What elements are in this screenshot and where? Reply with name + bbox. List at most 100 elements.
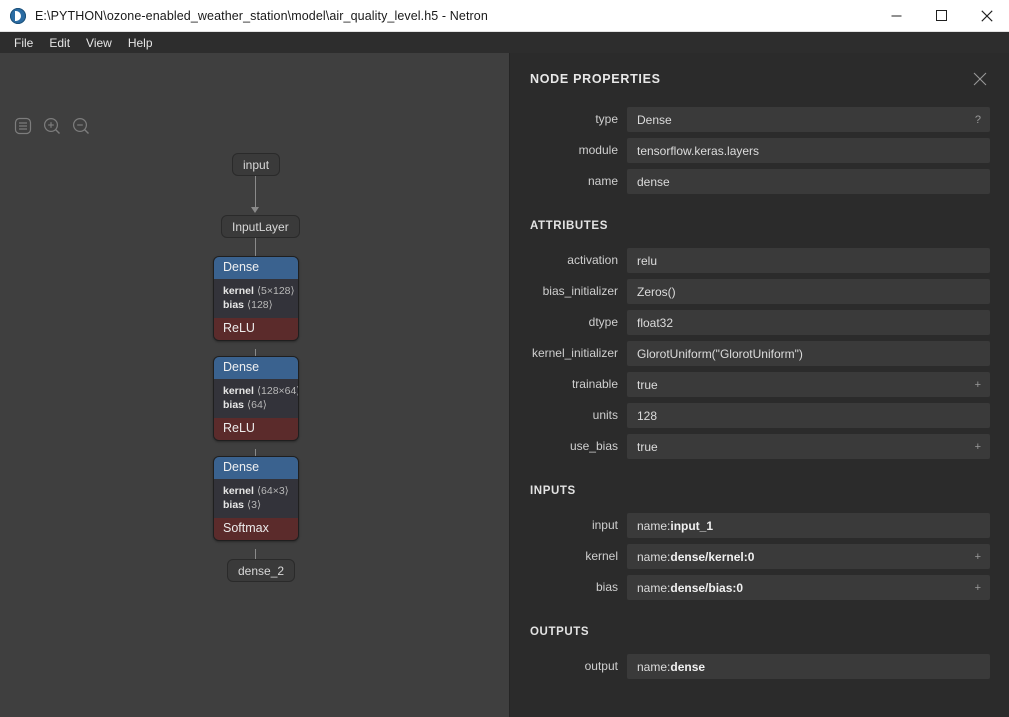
node-attr-kernel: kernel⟨5×128⟩ [223, 284, 289, 298]
property-value[interactable]: name: dense [627, 654, 990, 679]
property-row-kernel-initializer[interactable]: kernel_initializer GlorotUniform("Glorot… [510, 341, 1009, 366]
property-label: kernel_initializer [530, 341, 627, 360]
menu-item-help[interactable]: Help [120, 34, 161, 52]
graph-node-dense-3[interactable]: Dense kernel⟨64×3⟩ bias⟨3⟩ Softmax [213, 456, 299, 541]
title-bar: E:\PYTHON\ozone-enabled_weather_station\… [0, 0, 1009, 32]
property-value-text: dense/kernel:0 [670, 550, 754, 564]
property-value-text: dense [670, 660, 705, 674]
property-value[interactable]: tensorflow.keras.layers [627, 138, 990, 163]
property-value-prefix: name: [637, 550, 670, 564]
graph-node-dense-1[interactable]: Dense kernel⟨5×128⟩ bias⟨128⟩ ReLU [213, 256, 299, 341]
node-attr-dim: ⟨5×128⟩ [257, 285, 295, 297]
property-value[interactable]: name: input_1 [627, 513, 990, 538]
property-value[interactable]: relu [627, 248, 990, 273]
property-row-bias[interactable]: bias name: dense/bias:0 + [510, 575, 1009, 600]
node-attr-name: bias [223, 299, 244, 311]
property-row-activation[interactable]: activation relu [510, 248, 1009, 273]
property-label: bias [530, 575, 627, 594]
property-value[interactable]: Dense ? [627, 107, 990, 132]
node-attr-dim: ⟨64⟩ [247, 399, 267, 411]
property-label: trainable [530, 372, 627, 391]
property-label: activation [530, 248, 627, 267]
panel-section-attributes: ATTRIBUTES activation relu bias_initiali… [510, 220, 1009, 459]
property-label: units [530, 403, 627, 422]
property-label: output [530, 654, 627, 673]
minimize-button[interactable] [874, 0, 919, 31]
graph-node-inputlayer[interactable]: InputLayer [221, 215, 300, 238]
node-attr-name: kernel [223, 385, 254, 397]
property-value[interactable]: Zeros() [627, 279, 990, 304]
property-row-kernel[interactable]: kernel name: dense/kernel:0 + [510, 544, 1009, 569]
node-attr-name: bias [223, 399, 244, 411]
expand-marker[interactable]: + [967, 379, 981, 391]
panel-section-inputs: INPUTS input name: input_1 kernel name: … [510, 485, 1009, 600]
expand-marker[interactable]: + [967, 441, 981, 453]
property-value[interactable]: 128 [627, 403, 990, 428]
node-label: InputLayer [232, 220, 289, 234]
property-value-text: GlorotUniform("GlorotUniform") [637, 347, 803, 361]
graph-node-dense-2[interactable]: Dense kernel⟨128×64⟩ bias⟨64⟩ ReLU [213, 356, 299, 441]
section-title-outputs: OUTPUTS [510, 626, 1009, 638]
node-attr-kernel: kernel⟨64×3⟩ [223, 484, 289, 498]
property-row-units[interactable]: units 128 [510, 403, 1009, 428]
property-row-dtype[interactable]: dtype float32 [510, 310, 1009, 335]
menu-item-file[interactable]: File [6, 34, 41, 52]
node-footer: ReLU [214, 318, 298, 340]
property-value[interactable]: float32 [627, 310, 990, 335]
node-attr-dim: ⟨64×3⟩ [257, 485, 289, 497]
property-value[interactable]: true + [627, 434, 990, 459]
panel-section-basic: type Dense ? module tensorflow.keras.lay… [510, 107, 1009, 194]
property-value-text: dense [637, 175, 670, 189]
node-attr-kernel: kernel⟨128×64⟩ [223, 384, 289, 398]
expand-marker[interactable]: + [967, 551, 981, 563]
property-row-type[interactable]: type Dense ? [510, 107, 1009, 132]
property-row-module[interactable]: module tensorflow.keras.layers [510, 138, 1009, 163]
property-value[interactable]: name: dense/bias:0 + [627, 575, 990, 600]
property-row-bias-initializer[interactable]: bias_initializer Zeros() [510, 279, 1009, 304]
panel-section-outputs: OUTPUTS output name: dense [510, 626, 1009, 679]
property-value-prefix: name: [637, 581, 670, 595]
node-body: kernel⟨5×128⟩ bias⟨128⟩ [214, 279, 298, 318]
property-label: kernel [530, 544, 627, 563]
node-body: kernel⟨128×64⟩ bias⟨64⟩ [214, 379, 298, 418]
node-footer: ReLU [214, 418, 298, 440]
main-body: input InputLayer Dense kernel⟨5×128⟩ [0, 53, 1009, 717]
property-value[interactable]: dense [627, 169, 990, 194]
property-value[interactable]: name: dense/kernel:0 + [627, 544, 990, 569]
netron-window: E:\PYTHON\ozone-enabled_weather_station\… [0, 0, 1009, 717]
close-button[interactable] [964, 0, 1009, 31]
property-value-text: true [637, 440, 658, 454]
property-value-prefix: name: [637, 660, 670, 674]
section-title-attributes: ATTRIBUTES [510, 220, 1009, 232]
node-attr-dim: ⟨3⟩ [247, 499, 261, 511]
help-marker[interactable]: ? [967, 114, 981, 126]
graph-node-input[interactable]: input [232, 153, 280, 176]
close-icon[interactable] [971, 70, 989, 88]
property-row-use-bias[interactable]: use_bias true + [510, 434, 1009, 459]
property-value[interactable]: GlorotUniform("GlorotUniform") [627, 341, 990, 366]
property-row-name[interactable]: name dense [510, 169, 1009, 194]
property-row-trainable[interactable]: trainable true + [510, 372, 1009, 397]
graph-canvas[interactable]: input InputLayer Dense kernel⟨5×128⟩ [0, 53, 510, 717]
graph-edge-arrow [251, 207, 259, 213]
node-label: input [243, 158, 269, 172]
graph-edge [255, 176, 256, 209]
maximize-button[interactable] [919, 0, 964, 31]
property-row-output[interactable]: output name: dense [510, 654, 1009, 679]
node-label: dense_2 [238, 564, 284, 578]
menu-item-view[interactable]: View [78, 34, 120, 52]
node-attr-bias: bias⟨128⟩ [223, 298, 289, 312]
window-controls [874, 0, 1009, 31]
graph-node-dense-2-output[interactable]: dense_2 [227, 559, 295, 582]
property-label: input [530, 513, 627, 532]
expand-marker[interactable]: + [967, 582, 981, 594]
property-row-input[interactable]: input name: input_1 [510, 513, 1009, 538]
property-value[interactable]: true + [627, 372, 990, 397]
node-attr-dim: ⟨128×64⟩ [257, 385, 299, 397]
property-label: type [530, 107, 627, 126]
menu-item-edit[interactable]: Edit [41, 34, 78, 52]
node-attr-name: kernel [223, 285, 254, 297]
property-value-text: Zeros() [637, 285, 676, 299]
property-value-prefix: name: [637, 519, 670, 533]
node-attr-bias: bias⟨64⟩ [223, 398, 289, 412]
